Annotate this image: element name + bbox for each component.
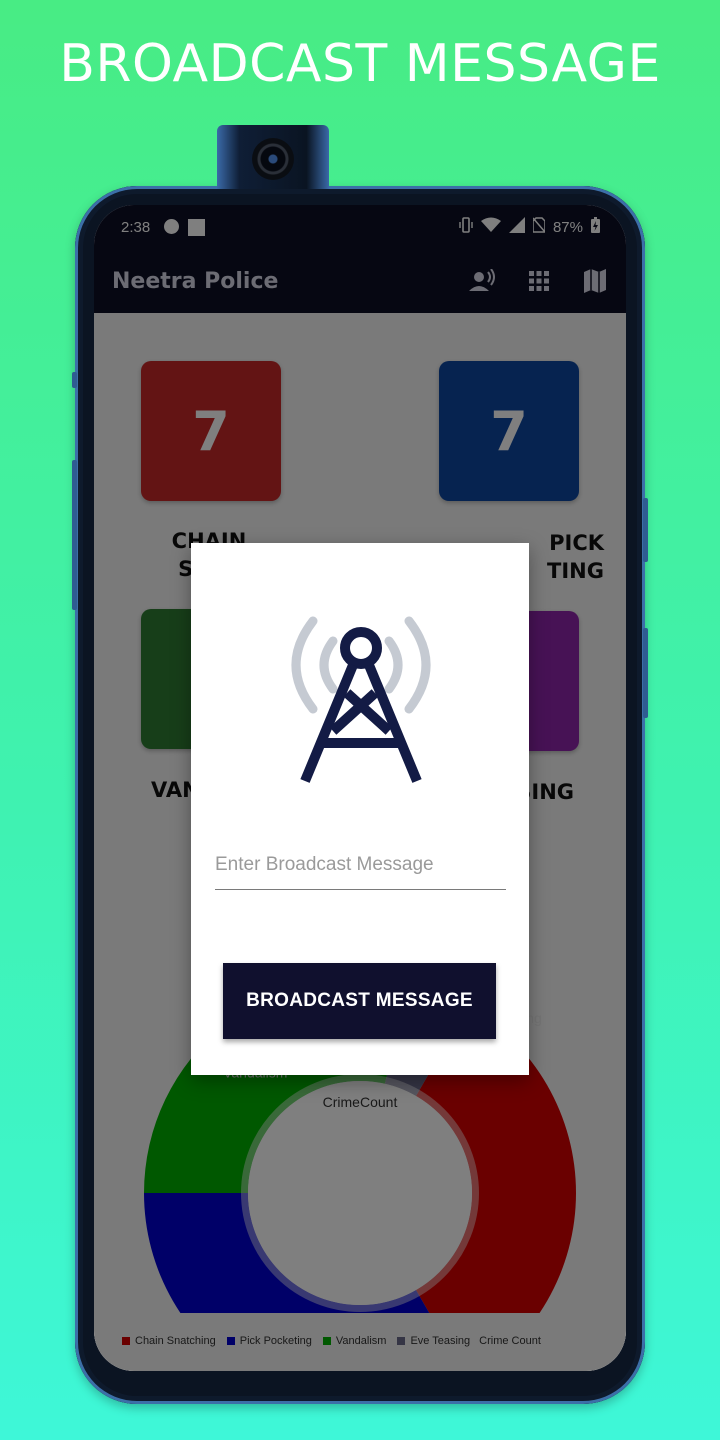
popup-camera bbox=[217, 125, 329, 189]
phone-side-button bbox=[72, 460, 77, 610]
broadcast-message-input[interactable] bbox=[215, 845, 506, 890]
radio-tower-icon bbox=[291, 616, 431, 783]
promo-title: BROADCAST MESSAGE bbox=[59, 34, 661, 94]
phone-side-button bbox=[72, 372, 77, 388]
broadcast-message-button[interactable]: BROADCAST MESSAGE bbox=[223, 963, 496, 1039]
phone-side-button bbox=[643, 628, 648, 718]
broadcast-dialog: BROADCAST MESSAGE bbox=[191, 543, 529, 1075]
camera-lens bbox=[252, 138, 294, 180]
phone-side-button bbox=[643, 498, 648, 562]
